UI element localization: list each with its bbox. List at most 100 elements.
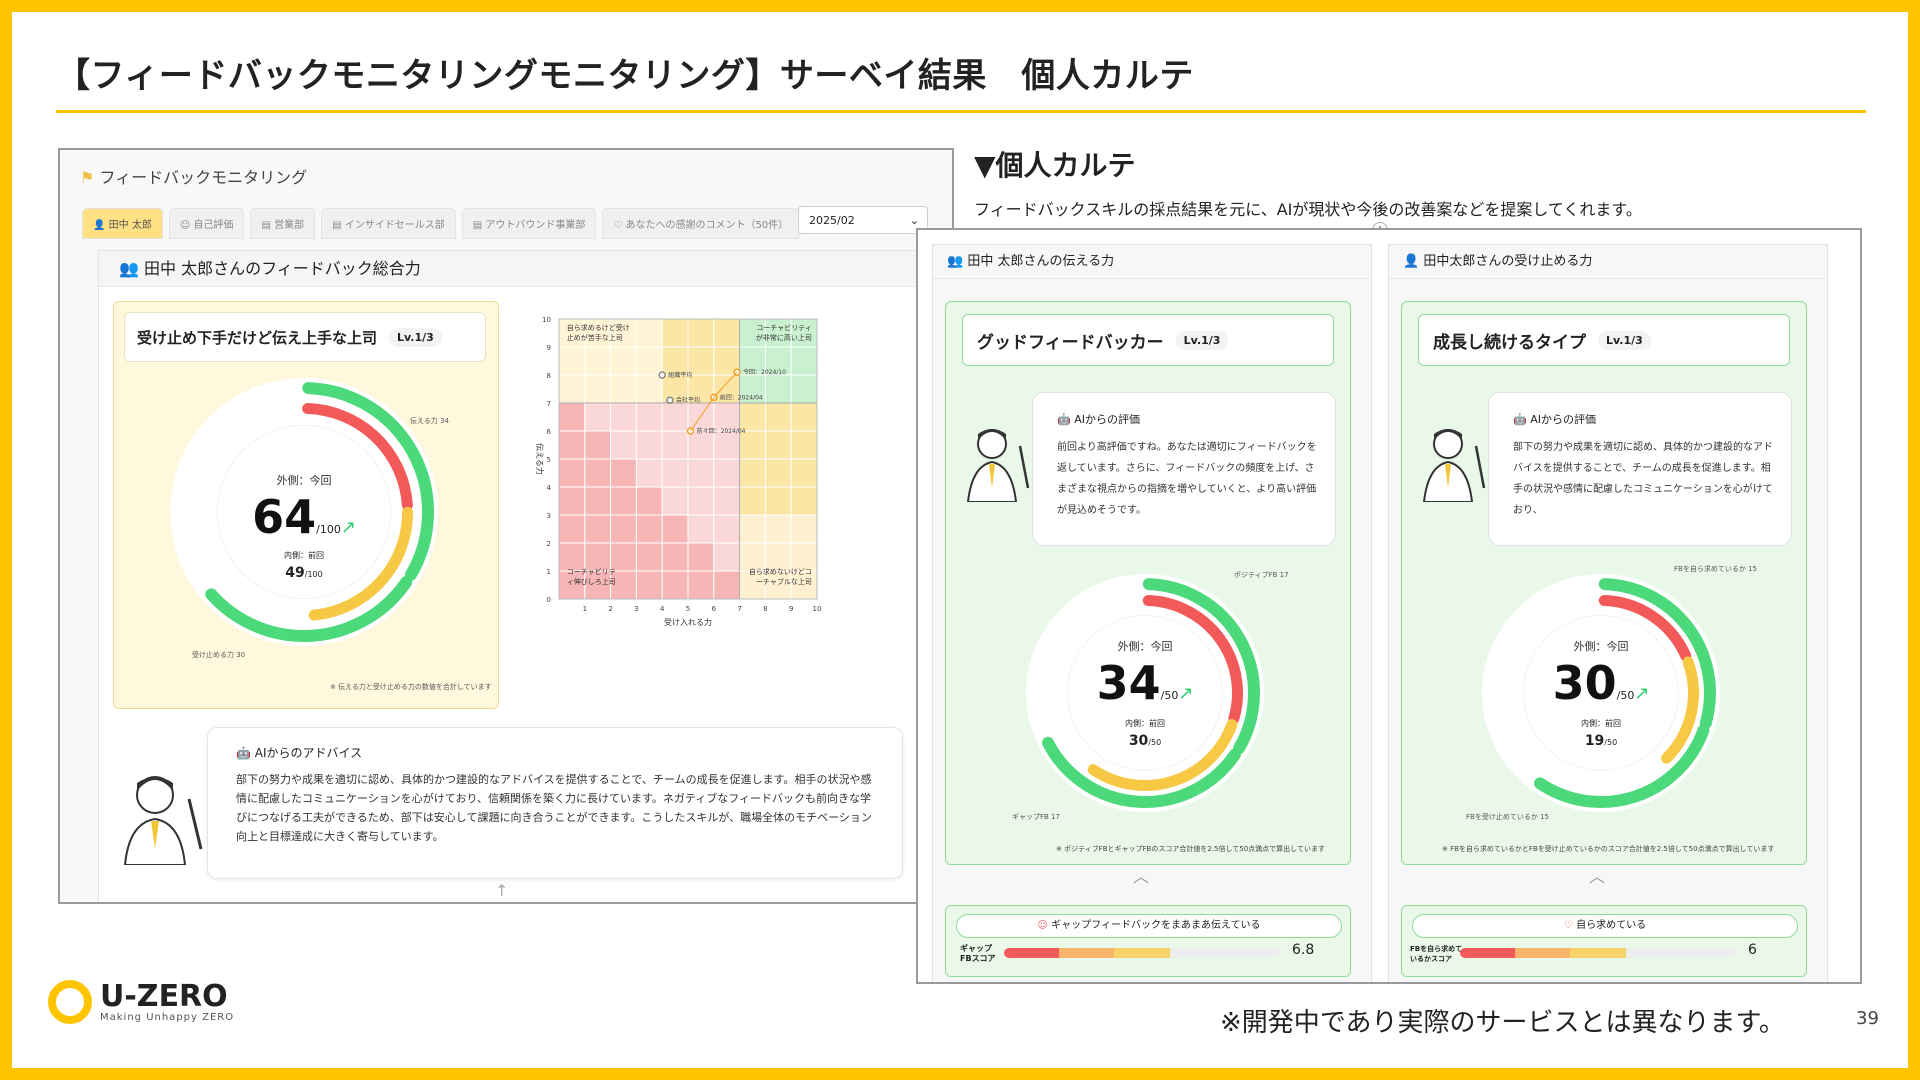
quadrant-label-top-left: 止めが苦手な上司 xyxy=(567,333,623,342)
heat-cell xyxy=(790,486,818,516)
heat-cell xyxy=(764,318,792,348)
quadrant-label-bottom-right: ーチャブルな上司 xyxy=(756,577,812,586)
heat-cell xyxy=(610,318,637,348)
quadrant-label-top-left: 自ら求めるけど受け xyxy=(567,323,630,332)
heat-cell xyxy=(764,458,792,488)
y-tick-label: 4 xyxy=(547,484,552,492)
x-tick-label: 9 xyxy=(789,605,793,613)
x-tick-label: 8 xyxy=(763,605,767,613)
heat-cell xyxy=(558,346,586,376)
heat-cell xyxy=(713,458,741,488)
quadrant-label-top-right: が非常に高い上司 xyxy=(756,333,812,342)
receive-bar-value: 6 xyxy=(1748,942,1757,958)
tab-sales[interactable]: ▤ 営業部 xyxy=(250,208,316,239)
heat-cell xyxy=(764,430,792,460)
heat-cell xyxy=(713,486,741,516)
heat-cell xyxy=(584,514,612,544)
heat-cell xyxy=(584,486,612,516)
heat-cell xyxy=(558,318,586,348)
heat-cell xyxy=(661,458,689,488)
score-bar-segment xyxy=(1224,948,1280,958)
quadrant-label-bottom-left: ィ伸びしろ上司 xyxy=(567,577,616,586)
receive-score-bar xyxy=(1460,948,1736,958)
heat-cell xyxy=(764,542,792,572)
heat-cell xyxy=(558,458,586,488)
tell-column-header: 👥 田中 太郎さんの伝える力 xyxy=(933,245,1369,279)
quadrant-label-top-right: コーチャビリティ xyxy=(756,323,812,332)
tab-person[interactable]: 👤 田中 太郎 xyxy=(82,208,163,239)
receive-ai-bubble: 🤖 AIからの評価 部下の努力や成果を適切に認め、具体的かつ建設的なアドバイスを… xyxy=(1488,392,1792,546)
heat-cell xyxy=(739,458,766,488)
seek-fb-label: FBを自ら求めているか 15 xyxy=(1674,565,1757,573)
heat-cell xyxy=(635,570,663,600)
heat-cell xyxy=(687,486,715,516)
heat-cell xyxy=(558,542,586,572)
ai-advice-text: 部下の努力や成果を適切に認め、具体的かつ建設的なアドバイスを提供することで、チー… xyxy=(236,773,872,843)
app-header: ⚑ フィードバックモニタリング xyxy=(80,164,307,188)
heat-cell xyxy=(635,402,663,432)
heat-cell xyxy=(635,346,663,376)
data-point-label: 前々回：2024/04 xyxy=(697,427,746,435)
score-bar-segment xyxy=(1169,948,1225,958)
trend-up-icon: ↗ xyxy=(1178,683,1194,704)
tell-score: 34 xyxy=(1096,656,1161,710)
person-search-icon: 👤 xyxy=(1403,254,1420,269)
slide-title: 【フィードバックモニタリングモニタリング】サーベイ結果 個人カルテ xyxy=(56,56,1194,96)
robot-icon: 🤖 xyxy=(1513,413,1527,426)
receive-column-header: 👤 田中太郎さんの受け止める力 xyxy=(1389,245,1825,279)
tab-thanks-comments[interactable]: ♡ あなたへの感謝のコメント（50件） xyxy=(602,208,800,239)
tab-self-eval[interactable]: ☺ 自己評価 xyxy=(168,208,245,239)
summary-card: 受け止め下手だけど伝え上手な上司 Lv.1/3 外側：今回 64/100↗ 内側：… xyxy=(113,301,499,709)
heat-cell xyxy=(610,542,637,572)
heat-cell xyxy=(713,542,741,572)
receive-footnote: ※ FBを自ら求めているかとFBを受け止めているかのスコア合計値を2.5倍して5… xyxy=(1442,845,1775,853)
x-tick-label: 2 xyxy=(608,605,612,613)
month-select[interactable]: 2025/02 ⌄ xyxy=(798,206,928,234)
heat-cell xyxy=(661,486,689,516)
tell-label: 伝える力 34 xyxy=(410,417,449,425)
heat-cell xyxy=(610,514,637,544)
receive-card: 成長し続けるタイプ Lv.1/3 🤖 AIからの評価 部下の努力や成果を適切に認め… xyxy=(1401,301,1807,865)
level-badge: Lv.1/3 xyxy=(1175,330,1229,350)
detail-window: 👥 田中 太郎さんの伝える力 グッドフィードバッカー Lv.1/3 🤖 AIからの… xyxy=(916,228,1862,984)
receive-bar-label: FBを自ら求めているかスコア xyxy=(1410,945,1463,963)
logo-ring xyxy=(48,980,92,1024)
tab-inside-sales[interactable]: ▤ インサイドセールス部 xyxy=(321,208,456,239)
summary-panel: 👥 田中 太郎さんのフィードバック総合力 受け止め下手だけど伝え上手な上司 Lv.… xyxy=(98,250,932,902)
heat-cell xyxy=(687,346,715,376)
chevron-up-icon[interactable]: ︿ xyxy=(1133,863,1149,887)
score-bar-segment xyxy=(1114,948,1170,958)
heat-cell xyxy=(635,486,663,516)
people-icon: 👥 xyxy=(119,259,139,278)
tell-bar-label: ギャップFBスコア xyxy=(960,944,996,963)
chevron-up-icon[interactable]: ︿ xyxy=(1589,863,1605,887)
heat-cell xyxy=(739,430,766,460)
receive-column: 👤 田中太郎さんの受け止める力 成長し続けるタイプ Lv.1/3 🤖 AIからの評… xyxy=(1388,244,1828,982)
heat-cell xyxy=(558,374,586,404)
advisor-illustration xyxy=(1418,422,1488,506)
gauge-center: 外側：今回 64/100↗ 内側：前回 49/100 xyxy=(252,474,356,581)
receive-type-box: 成長し続けるタイプ Lv.1/3 xyxy=(1418,314,1790,366)
heat-cell xyxy=(635,430,663,460)
y-tick-label: 1 xyxy=(547,568,551,576)
y-tick-label: 2 xyxy=(547,540,551,548)
heat-cell xyxy=(687,570,715,600)
receive-score: 30 xyxy=(1552,656,1617,710)
heat-cell xyxy=(790,542,818,572)
heat-cell xyxy=(764,486,792,516)
tab-outbound[interactable]: ▤ アウトバウンド事業部 xyxy=(461,208,597,239)
score-bar-segment xyxy=(1059,948,1115,958)
heart-icon: ♡ xyxy=(1563,920,1573,931)
heat-cell xyxy=(584,542,612,572)
heat-cell xyxy=(764,374,792,404)
heat-cell xyxy=(687,542,715,572)
heat-cell xyxy=(739,486,766,516)
receive-gauge-center: 外側：今回 30/50↗ 内側：前回 19/50 xyxy=(1552,640,1650,749)
level-badge: Lv.1/3 xyxy=(1598,330,1651,350)
heat-cell xyxy=(584,318,612,348)
y-tick-label: 0 xyxy=(547,596,551,604)
heat-cell xyxy=(739,402,766,432)
heat-cell xyxy=(713,430,741,460)
heat-cell xyxy=(584,346,612,376)
data-point-label: 今回：2024/10 xyxy=(743,368,786,376)
